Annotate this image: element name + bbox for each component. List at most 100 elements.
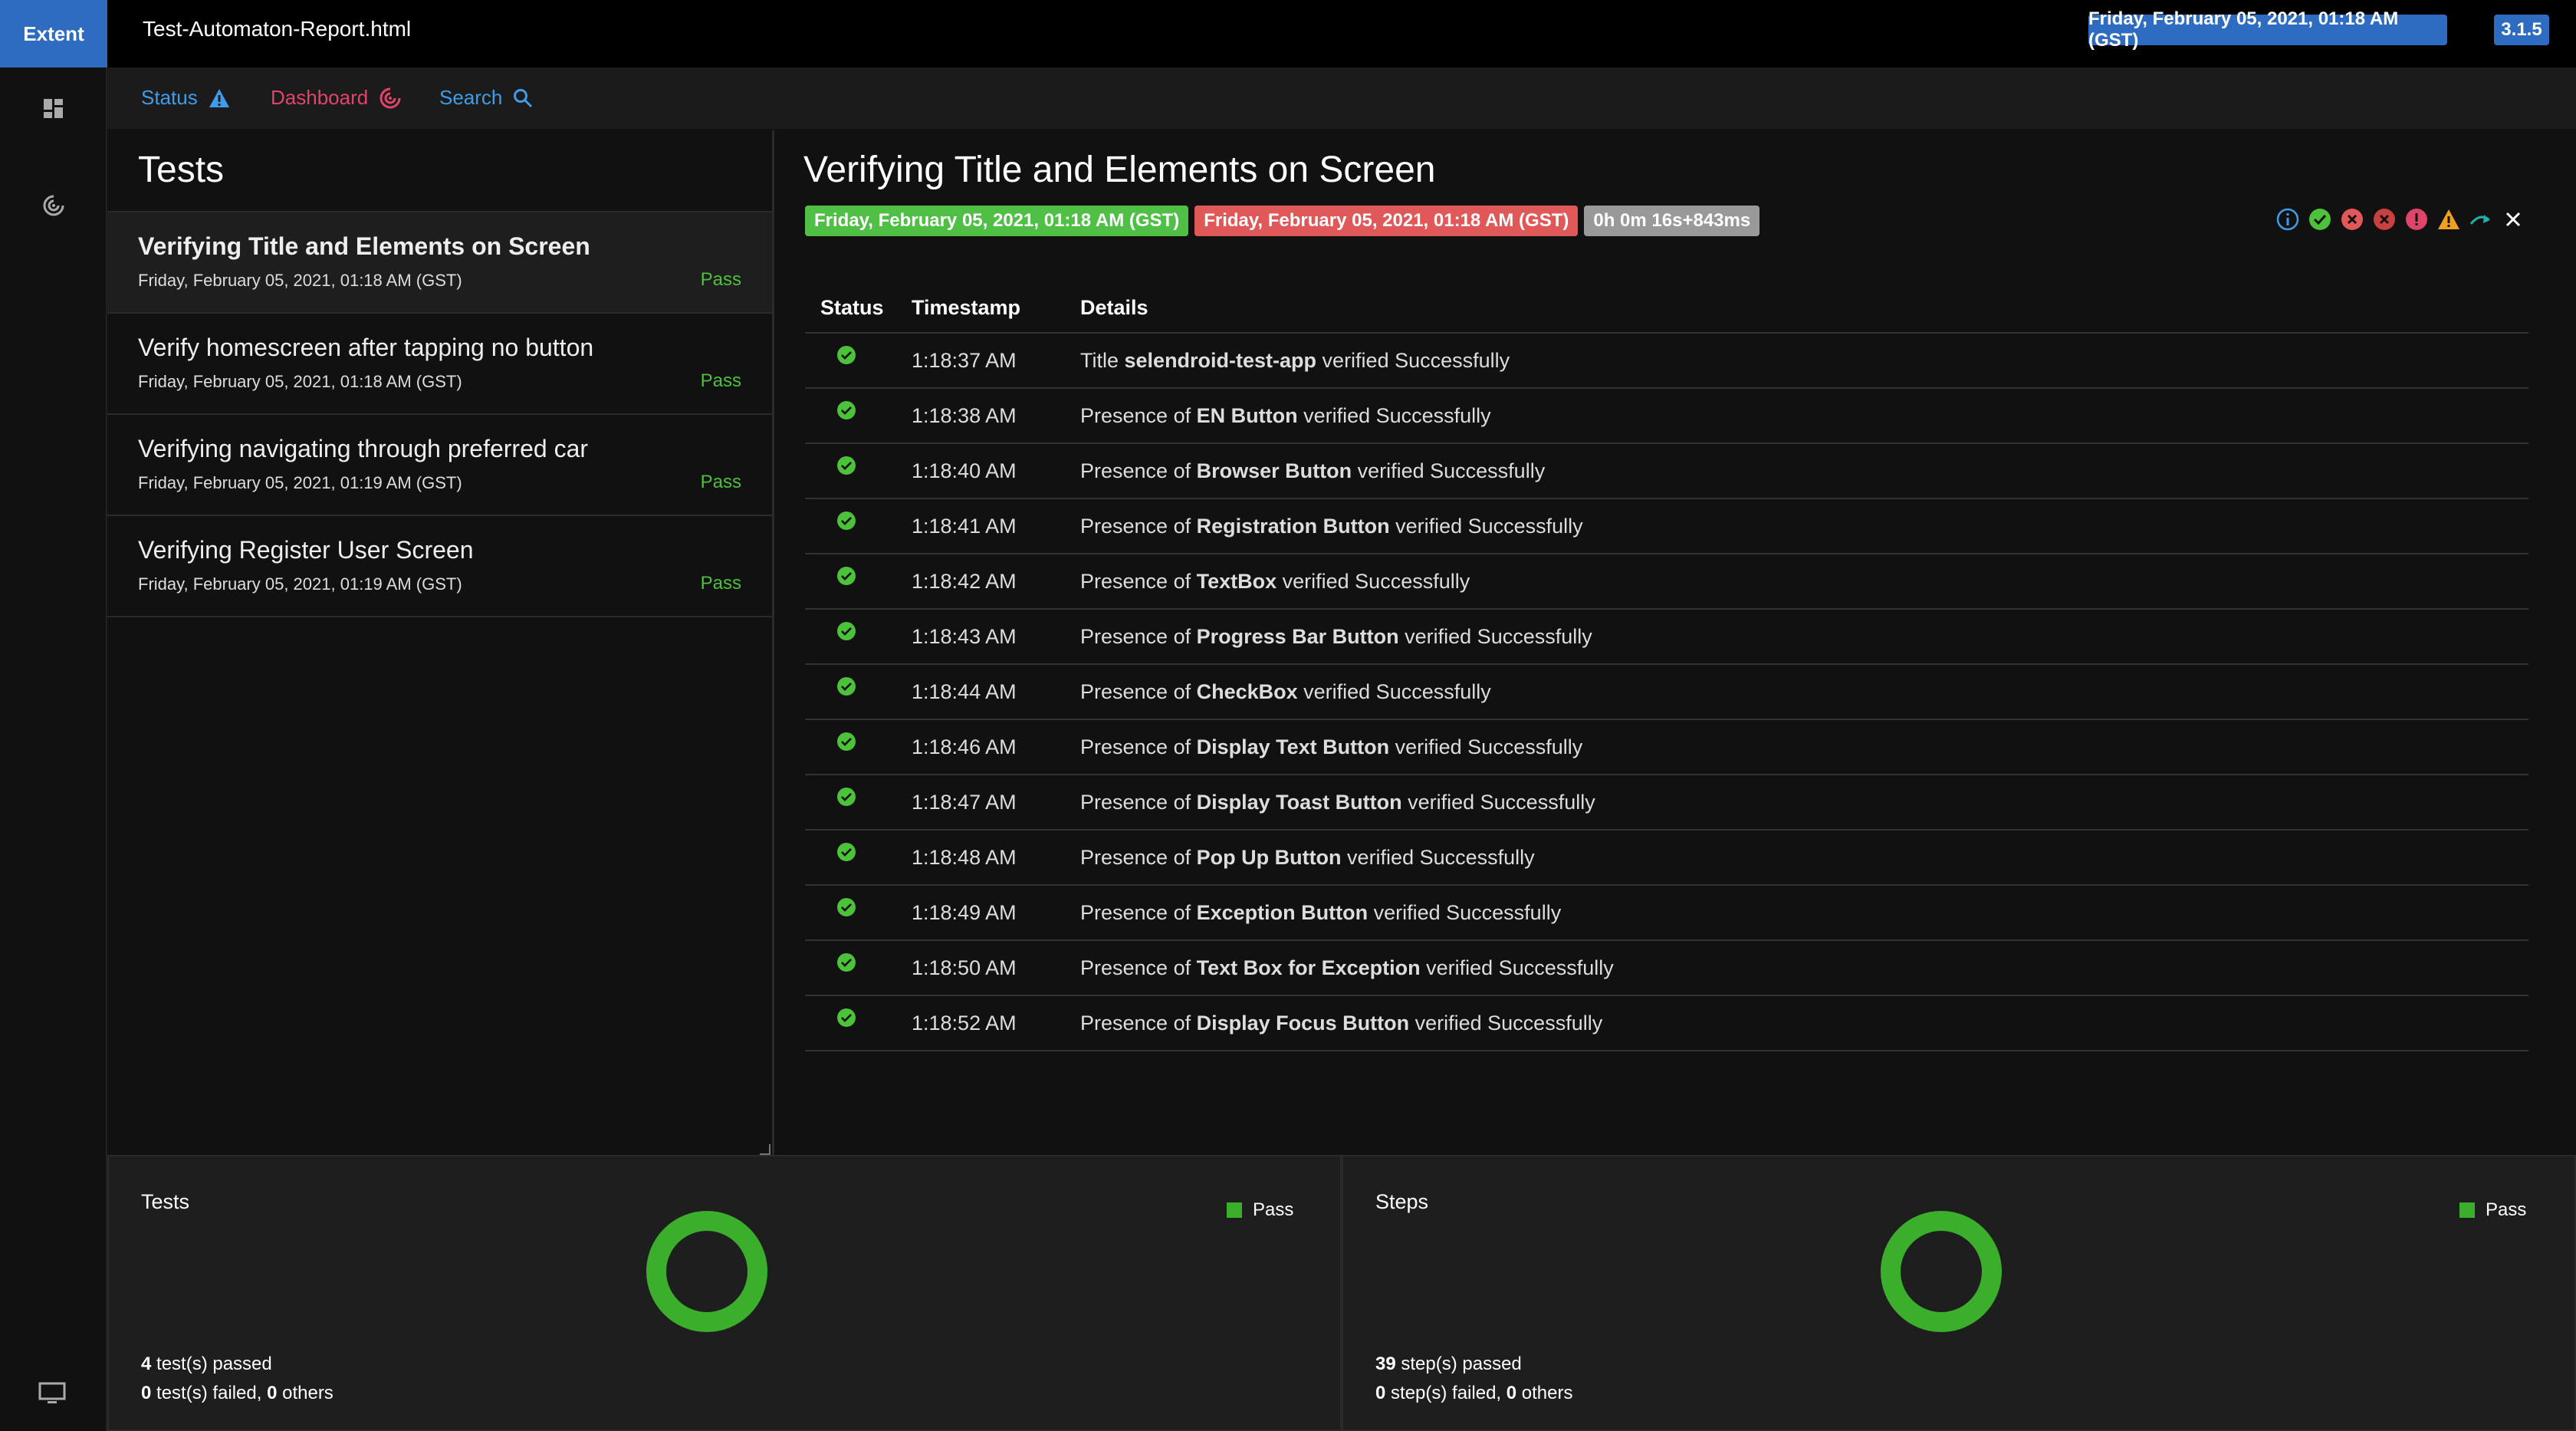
dashboard-tab[interactable]: Dashboard xyxy=(271,86,402,110)
search-tab[interactable]: Search xyxy=(439,86,533,110)
dashboard-icon[interactable] xyxy=(40,95,67,123)
step-details-element: Display Toast Button xyxy=(1196,790,1402,814)
pass-icon xyxy=(837,456,856,475)
step-status xyxy=(805,885,912,941)
pass-legend-swatch xyxy=(1227,1202,1242,1218)
step-details-prefix: Presence of xyxy=(1080,624,1197,648)
brand-logo[interactable]: Extent xyxy=(0,0,107,67)
step-details-suffix: verified Successfully xyxy=(1316,348,1510,372)
step-timestamp: 1:18:38 AM xyxy=(912,388,1080,444)
status-filters xyxy=(2275,207,2525,232)
skip-icon[interactable] xyxy=(2469,207,2493,232)
step-row: 1:18:48 AM Presence of Pop Up Button veri… xyxy=(805,830,2528,886)
duration-badge: 0h 0m 16s+843ms xyxy=(1584,206,1760,236)
tests-card-title: Tests xyxy=(141,1190,190,1213)
panel-resize-handle[interactable] xyxy=(760,1144,770,1155)
step-timestamp: 1:18:48 AM xyxy=(912,830,1080,886)
step-details-prefix: Presence of xyxy=(1080,735,1197,758)
step-status xyxy=(805,498,912,554)
pass-icon xyxy=(837,567,856,585)
test-name: Verifying Register User Screen xyxy=(138,536,474,564)
steps-legend[interactable]: Pass xyxy=(2459,1199,2526,1221)
test-item[interactable]: Verifying navigating through preferred c… xyxy=(107,415,772,516)
pass-icon xyxy=(837,898,856,916)
pass-icon xyxy=(837,1008,856,1027)
step-timestamp: 1:18:52 AM xyxy=(912,995,1080,1051)
status-tab-label: Status xyxy=(141,86,198,109)
step-details-prefix: Presence of xyxy=(1080,514,1197,538)
pass-icon xyxy=(837,788,856,806)
step-details-prefix: Presence of xyxy=(1080,569,1197,593)
tests-failed-count: 0 xyxy=(141,1383,152,1403)
step-details-element: TextBox xyxy=(1196,569,1277,593)
info-icon[interactable] xyxy=(2275,207,2300,232)
tests-failed-text: test(s) failed, xyxy=(151,1383,268,1403)
test-item[interactable]: Verifying Register User Screen Friday, F… xyxy=(107,516,772,617)
step-details-suffix: verified Successfully xyxy=(1409,1011,1603,1035)
step-details: Presence of EN Button verified Successfu… xyxy=(1080,388,2528,444)
step-details-element: Browser Button xyxy=(1196,459,1352,482)
start-time-badge: Friday, February 05, 2021, 01:18 AM (GST… xyxy=(805,206,1189,236)
pass-icon[interactable] xyxy=(2308,207,2332,232)
details-column-header: Details xyxy=(1080,284,2528,334)
steps-table: Status Timestamp Details 1:18:37 AM Title… xyxy=(805,284,2528,1051)
search-icon xyxy=(514,88,533,107)
step-row: 1:18:52 AM Presence of Display Focus Butt… xyxy=(805,995,2528,1051)
steps-header-row: Status Timestamp Details xyxy=(805,284,2528,334)
step-status xyxy=(805,609,912,665)
steps-failed-text: step(s) failed, xyxy=(1385,1383,1506,1403)
tests-legend[interactable]: Pass xyxy=(1227,1199,1293,1221)
side-nav xyxy=(0,67,107,1431)
step-details-element: CheckBox xyxy=(1196,679,1298,703)
step-timestamp: 1:18:42 AM xyxy=(912,554,1080,610)
monitor-icon[interactable] xyxy=(38,1382,66,1405)
pass-icon xyxy=(837,843,856,861)
step-details-element: Progress Bar Button xyxy=(1196,624,1399,648)
step-details-suffix: verified Successfully xyxy=(1297,403,1491,427)
clear-icon[interactable] xyxy=(2501,207,2525,232)
step-details-prefix: Presence of xyxy=(1080,459,1197,482)
test-time: Friday, February 05, 2021, 01:18 AM (GST… xyxy=(138,372,462,391)
step-row: 1:18:44 AM Presence of CheckBox verified … xyxy=(805,664,2528,720)
step-details: Presence of Text Box for Exception verif… xyxy=(1080,940,2528,996)
step-status xyxy=(805,775,912,831)
pass-icon xyxy=(837,346,856,364)
step-status xyxy=(805,830,912,886)
dashboard-tab-label: Dashboard xyxy=(271,86,369,109)
status-tab[interactable]: Status xyxy=(141,86,230,110)
step-details: Presence of Display Text Button verified… xyxy=(1080,719,2528,775)
tests-donut-chart xyxy=(646,1211,767,1332)
step-timestamp: 1:18:40 AM xyxy=(912,443,1080,499)
error-icon[interactable] xyxy=(2404,207,2429,232)
target-icon[interactable] xyxy=(40,192,67,219)
test-time: Friday, February 05, 2021, 01:19 AM (GST… xyxy=(138,574,462,594)
step-details-suffix: verified Successfully xyxy=(1352,459,1546,482)
steps-others-count: 0 xyxy=(1506,1383,1517,1403)
step-row: 1:18:47 AM Presence of Display Toast Butt… xyxy=(805,775,2528,831)
fail-icon[interactable] xyxy=(2340,207,2364,232)
step-details-element: selendroid-test-app xyxy=(1124,348,1317,372)
step-timestamp: 1:18:46 AM xyxy=(912,719,1080,775)
step-details-prefix: Presence of xyxy=(1080,679,1197,703)
pass-legend-label: Pass xyxy=(2486,1199,2527,1220)
test-item[interactable]: Verifying Title and Elements on Screen F… xyxy=(107,212,772,314)
step-status xyxy=(805,554,912,610)
pass-legend-swatch xyxy=(2459,1202,2475,1218)
fatal-icon[interactable] xyxy=(2372,207,2397,232)
pass-icon xyxy=(837,953,856,972)
step-timestamp: 1:18:43 AM xyxy=(912,609,1080,665)
tests-others-count: 0 xyxy=(267,1383,278,1403)
step-details-prefix: Presence of xyxy=(1080,790,1197,814)
step-status xyxy=(805,719,912,775)
step-details-suffix: verified Successfully xyxy=(1389,735,1583,758)
tests-panel-title: Tests xyxy=(138,150,225,190)
test-status: Pass xyxy=(700,370,741,391)
test-status: Pass xyxy=(700,269,741,290)
test-item[interactable]: Verify homescreen after tapping no butto… xyxy=(107,314,772,415)
step-details: Presence of Registration Button verified… xyxy=(1080,498,2528,554)
warning-icon[interactable] xyxy=(2436,207,2461,232)
step-details: Presence of Pop Up Button verified Succe… xyxy=(1080,830,2528,886)
step-timestamp: 1:18:37 AM xyxy=(912,333,1080,389)
steps-failed-count: 0 xyxy=(1375,1383,1386,1403)
step-timestamp: 1:18:41 AM xyxy=(912,498,1080,554)
